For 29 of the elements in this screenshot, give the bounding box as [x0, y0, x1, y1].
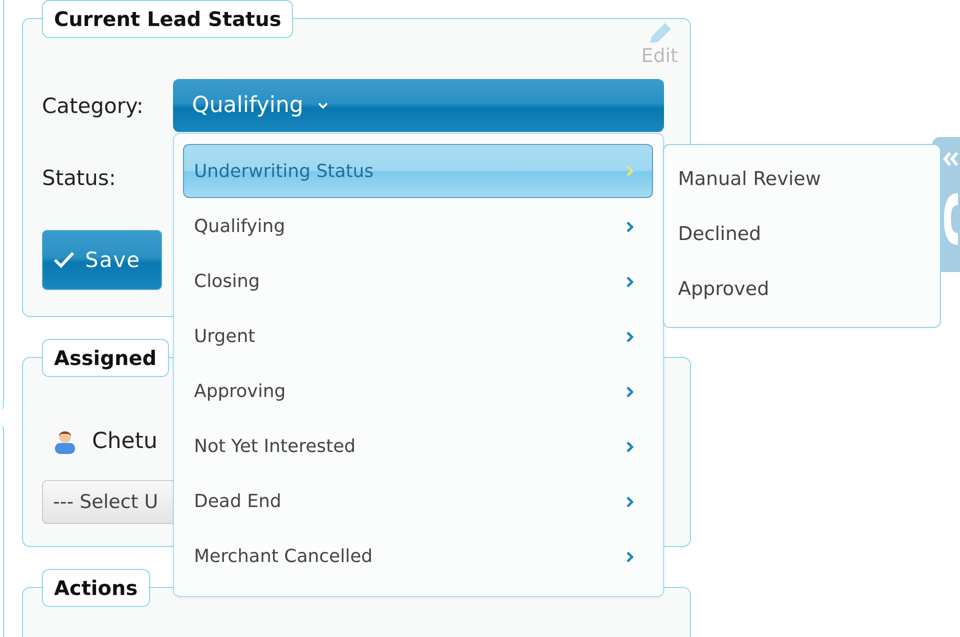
- chevron-right-icon: [626, 386, 634, 398]
- chevron-right-icon: [626, 440, 634, 452]
- chevron-right-icon: [626, 330, 634, 342]
- menu-item[interactable]: Approved: [678, 262, 940, 317]
- panel-title: Current Lead Status: [42, 0, 294, 38]
- panel-title: Actions: [42, 569, 150, 607]
- menu-item[interactable]: Qualifying: [183, 199, 653, 254]
- field-label: Status:: [42, 166, 117, 190]
- menu-item[interactable]: Approving: [183, 364, 653, 419]
- menu-item[interactable]: Manual Review: [678, 152, 940, 207]
- category-dropdown[interactable]: Qualifying: [173, 79, 664, 132]
- chevron-right-icon: [626, 276, 634, 288]
- chevron-right-icon: [626, 550, 634, 562]
- menu-item[interactable]: Not Yet Interested: [183, 419, 653, 474]
- user-name: Chetu: [92, 428, 158, 454]
- checkmark-icon: [53, 251, 75, 269]
- menu-item[interactable]: Dead End: [183, 474, 653, 529]
- menu-item[interactable]: Closing: [183, 254, 653, 309]
- double-chevron-icon: [942, 151, 960, 167]
- save-button[interactable]: Save: [42, 230, 162, 290]
- chevron-right-icon: [626, 496, 634, 508]
- chevron-right-icon: [626, 165, 634, 177]
- menu-item[interactable]: Declined: [678, 207, 940, 262]
- field-label: Category:: [42, 94, 144, 118]
- menu-item[interactable]: Urgent: [183, 309, 653, 364]
- chevron-right-icon: [626, 220, 634, 232]
- chevron-down-icon: [317, 102, 330, 110]
- menu-item[interactable]: Merchant Cancelled: [183, 529, 653, 584]
- panel-title: Assigned: [42, 339, 169, 377]
